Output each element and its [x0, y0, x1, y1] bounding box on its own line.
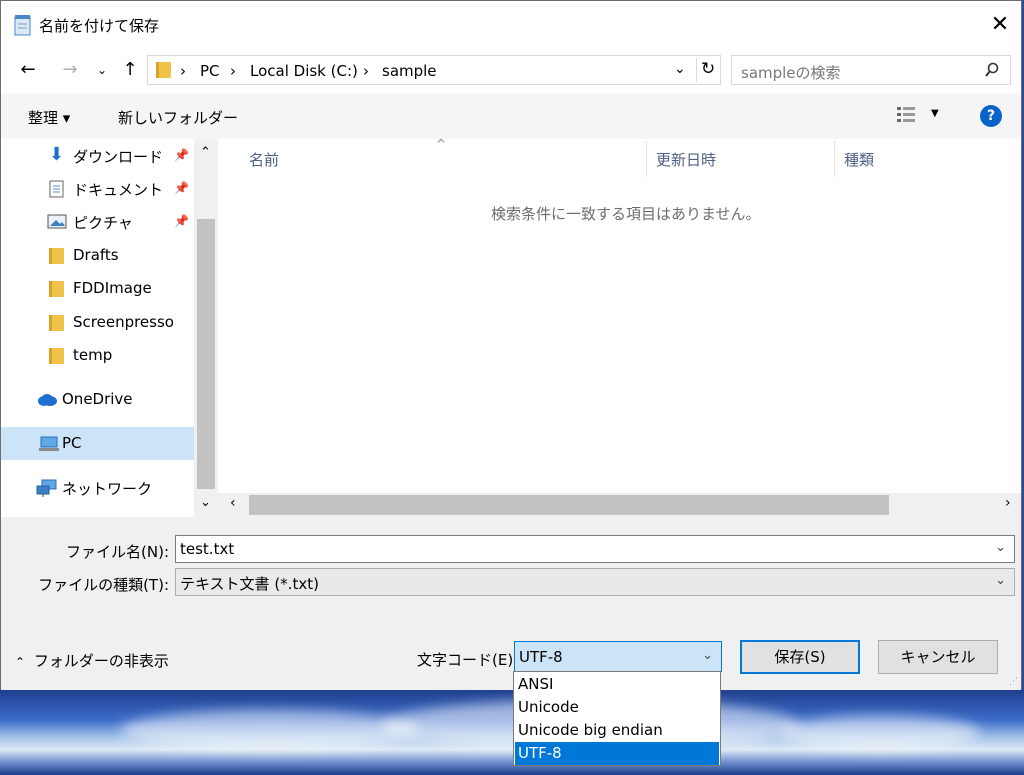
sidebar-item-pictures[interactable]: ピクチャ 📌 — [1, 205, 194, 238]
sidebar-item-screenpresso[interactable]: Screenpresso — [1, 306, 194, 339]
title-bar: 名前を付けて保存 ✕ — [1, 1, 1021, 51]
sidebar-item-temp[interactable]: temp — [1, 339, 194, 372]
scroll-up-icon[interactable]: ⌃ — [200, 145, 211, 160]
help-icon[interactable]: ? — [980, 105, 1002, 127]
chevron-up-icon: ⌃ — [15, 655, 26, 669]
scroll-left-icon[interactable]: ‹ — [230, 495, 236, 511]
encoding-dropdown-list: ANSI Unicode Unicode big endian UTF-8 — [513, 671, 721, 766]
encoding-label: 文字コード(E): — [417, 651, 519, 669]
encoding-option-unicode-big-endian[interactable]: Unicode big endian — [515, 719, 719, 742]
network-icon — [36, 479, 57, 497]
breadcrumb-sample[interactable]: sample — [382, 62, 437, 80]
folder-icon — [49, 348, 64, 364]
sidebar-item-documents[interactable]: ドキュメント 📌 — [1, 172, 194, 205]
up-arrow-icon[interactable]: ↑ — [117, 55, 143, 85]
pin-icon: 📌 — [174, 148, 189, 162]
computer-icon — [39, 436, 59, 451]
column-header-modified[interactable]: 更新日時 — [656, 149, 716, 170]
folder-icon — [49, 281, 64, 297]
view-options-icon[interactable] — [897, 107, 917, 123]
search-icon[interactable] — [984, 62, 1000, 78]
filename-label: ファイル名(N): — [66, 543, 169, 561]
encoding-option-unicode[interactable]: Unicode — [515, 696, 719, 719]
encoding-select[interactable]: UTF-8 ⌄ — [514, 641, 722, 672]
sidebar-item-drafts[interactable]: Drafts — [1, 239, 194, 272]
address-bar[interactable]: › PC › Local Disk (C:) › sample ⌄ ↻ — [147, 55, 721, 85]
cancel-button[interactable]: キャンセル — [878, 640, 998, 674]
close-icon[interactable]: ✕ — [986, 11, 1014, 39]
hide-folders-toggle[interactable]: ⌃ フォルダーの非表示 — [15, 650, 169, 671]
filename-field[interactable]: test.txt ⌄ — [175, 535, 1015, 563]
organize-button[interactable]: 整理 ▾ — [28, 107, 70, 128]
view-dropdown-icon[interactable]: ▼ — [931, 108, 939, 119]
pin-icon: 📌 — [174, 214, 189, 228]
sidebar-item-network[interactable]: ネットワーク — [1, 471, 194, 504]
column-header-type[interactable]: 種類 — [844, 149, 874, 170]
refresh-icon[interactable]: ↻ — [701, 59, 715, 79]
command-toolbar: 整理 ▾ 新しいフォルダー ▼ — [1, 93, 1021, 139]
cloud-icon — [38, 394, 57, 406]
encoding-option-ansi[interactable]: ANSI — [515, 673, 719, 696]
pin-icon: 📌 — [174, 181, 189, 195]
chevron-down-icon[interactable]: ⌄ — [995, 540, 1006, 555]
sidebar-item-pc[interactable]: PC — [1, 427, 194, 460]
folder-icon — [49, 315, 64, 331]
save-button[interactable]: 保存(S) — [740, 640, 860, 674]
breadcrumb-pc[interactable]: PC — [200, 62, 220, 80]
file-list — [218, 139, 1021, 517]
scroll-right-icon[interactable]: › — [1005, 495, 1011, 511]
scrollbar-thumb[interactable] — [249, 495, 889, 515]
download-arrow-icon: ⬇ — [49, 144, 65, 165]
filetype-label: ファイルの種類(T): — [38, 576, 169, 594]
dialog-title: 名前を付けて保存 — [39, 17, 160, 35]
notepad-icon — [14, 15, 31, 36]
encoding-option-utf8[interactable]: UTF-8 — [515, 742, 719, 765]
chevron-down-icon: ⌄ — [995, 573, 1006, 588]
forward-arrow-icon[interactable]: → — [57, 55, 83, 85]
column-header-name[interactable]: 名前 — [249, 149, 279, 170]
search-input[interactable]: sampleの検索 — [741, 62, 841, 83]
save-as-dialog: 名前を付けて保存 ✕ ← → ⌄ ↑ › PC › Local Disk (C:… — [0, 0, 1022, 690]
new-folder-button[interactable]: 新しいフォルダー — [118, 107, 238, 128]
search-box[interactable]: sampleの検索 — [731, 55, 1011, 85]
sidebar-item-onedrive[interactable]: OneDrive — [1, 383, 194, 416]
chevron-down-icon: ⌄ — [702, 648, 713, 663]
scrollbar-thumb[interactable] — [197, 219, 215, 489]
back-arrow-icon[interactable]: ← — [15, 55, 41, 85]
folder-icon — [156, 62, 171, 78]
filetype-select[interactable]: テキスト文書 (*.txt) ⌄ — [175, 568, 1015, 596]
recent-locations-chevron-icon[interactable]: ⌄ — [89, 55, 115, 85]
sort-indicator-icon: ^ — [436, 137, 447, 151]
desktop-background — [0, 690, 1024, 775]
address-dropdown-chevron-icon[interactable]: ⌄ — [674, 61, 686, 77]
resize-grip-icon[interactable]: ⋰ — [1009, 677, 1018, 687]
picture-icon — [47, 214, 67, 229]
document-icon — [49, 180, 64, 198]
empty-message: 検索条件に一致する項目はありません。 — [491, 205, 761, 223]
sidebar-item-downloads[interactable]: ⬇ ダウンロード 📌 — [1, 139, 194, 172]
sidebar-item-fddimage[interactable]: FDDImage — [1, 272, 194, 305]
scroll-down-icon[interactable]: ⌄ — [200, 495, 211, 510]
folder-icon — [49, 248, 64, 264]
breadcrumb-local-disk[interactable]: Local Disk (C:) — [250, 62, 358, 80]
